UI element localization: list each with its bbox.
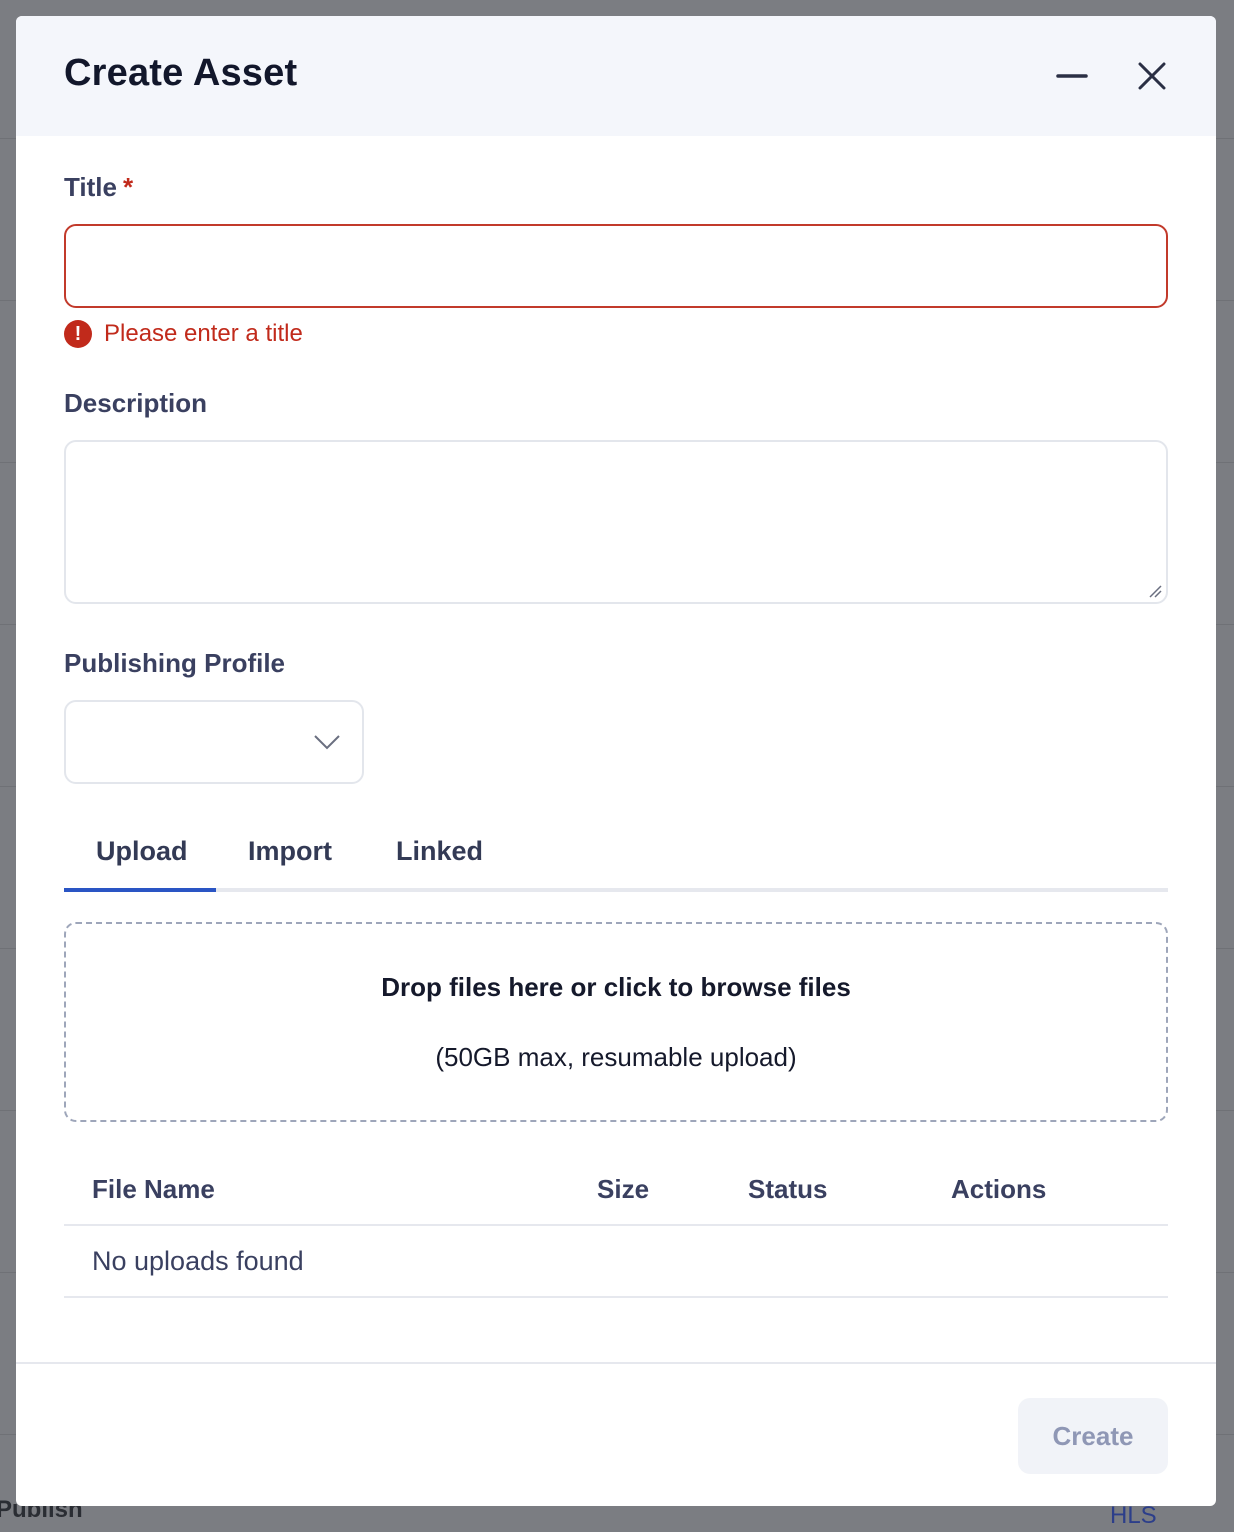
column-status: Status bbox=[748, 1174, 828, 1204]
bg-hls-text: HLS (enhan bbox=[1110, 1502, 1185, 1532]
tabs-underline bbox=[64, 888, 1168, 892]
title-error-text: Please enter a title bbox=[104, 320, 303, 347]
column-actions: Actions bbox=[951, 1174, 1047, 1204]
tab-import[interactable]: Import bbox=[248, 836, 332, 867]
error-icon: ! bbox=[64, 320, 92, 348]
source-tabs: Upload Import Linked bbox=[64, 816, 1168, 892]
description-textarea[interactable] bbox=[64, 440, 1168, 604]
file-dropzone[interactable]: Drop files here or click to browse files… bbox=[64, 922, 1168, 1122]
modal-header: Create Asset bbox=[16, 16, 1216, 136]
close-button[interactable] bbox=[1132, 56, 1172, 96]
close-icon bbox=[1138, 62, 1166, 90]
footer-divider bbox=[16, 1362, 1216, 1364]
empty-state-text: No uploads found bbox=[92, 1246, 304, 1276]
table-header: File Name Size Status Actions bbox=[64, 1156, 1168, 1226]
chevron-down-icon bbox=[314, 735, 340, 750]
active-tab-indicator bbox=[64, 888, 216, 892]
tab-linked[interactable]: Linked bbox=[396, 836, 483, 867]
column-file-name: File Name bbox=[92, 1174, 215, 1204]
dropzone-sub-text: (50GB max, resumable upload) bbox=[435, 1042, 797, 1072]
title-error: ! Please enter a title bbox=[64, 320, 303, 348]
dropzone-main-text: Drop files here or click to browse files bbox=[381, 972, 851, 1002]
tab-upload[interactable]: Upload bbox=[96, 836, 188, 867]
title-label: Title * bbox=[64, 172, 133, 203]
publishing-profile-label: Publishing Profile bbox=[64, 648, 286, 678]
description-label: Description bbox=[64, 388, 208, 418]
required-marker: * bbox=[122, 172, 134, 202]
minimize-button[interactable] bbox=[1052, 56, 1092, 96]
create-asset-modal: Create Asset Title * ! Please enter a tit… bbox=[16, 16, 1216, 1506]
title-input[interactable] bbox=[64, 224, 1168, 308]
minimize-icon bbox=[1056, 74, 1088, 78]
publishing-profile-select[interactable] bbox=[64, 700, 364, 784]
resize-grip-icon[interactable] bbox=[1148, 584, 1162, 598]
title-label-text: Title bbox=[64, 172, 117, 202]
column-size: Size bbox=[597, 1174, 650, 1204]
uploads-table: File Name Size Status Actions No uploads… bbox=[64, 1156, 1168, 1298]
table-row: No uploads found bbox=[64, 1226, 1168, 1298]
create-button[interactable]: Create bbox=[1018, 1398, 1168, 1474]
modal-title: Create Asset bbox=[64, 52, 298, 94]
